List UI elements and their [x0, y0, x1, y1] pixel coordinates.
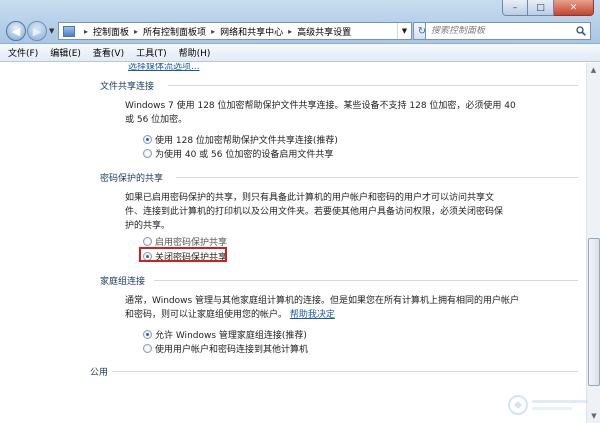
menu-file[interactable]: 文件(F) [8, 46, 38, 59]
radio-label: 为使用 40 或 56 位加密的设备启用文件共享 [155, 150, 334, 160]
selection-highlight-box [139, 247, 227, 262]
radio-button[interactable] [143, 237, 152, 246]
search-icon[interactable] [576, 26, 586, 36]
search-box [425, 22, 591, 40]
search-input[interactable] [431, 26, 571, 36]
control-panel-icon [63, 25, 75, 37]
radio-button[interactable] [143, 135, 152, 144]
arrow-left-icon: ◀ [11, 24, 21, 38]
site-logo-icon [508, 395, 588, 415]
breadcrumb-separator-icon: ▸ [288, 26, 293, 36]
forward-button[interactable]: ▶ [27, 21, 47, 41]
radio-button[interactable] [143, 330, 152, 339]
back-button[interactable]: ◀ [6, 21, 26, 41]
radio-label: 使用 128 位加密帮助保护文件共享连接(推荐) [155, 136, 338, 146]
section-title-file-sharing: 文件共享连接 [100, 82, 155, 92]
breadcrumb-item-network-center[interactable]: 网络和共享中心 [220, 25, 283, 38]
breadcrumb-separator-icon: ▸ [134, 26, 139, 36]
password-sharing-description: 如果已启用密码保护的共享，则只有具备此计算机的用户帐户和密码的用户才可以访问共享… [125, 193, 504, 231]
arrow-right-icon: ▶ [32, 24, 42, 38]
radio-option-windows-manage[interactable]: 允许 Windows 管理家庭组连接(推荐) [143, 328, 307, 341]
media-streaming-link[interactable]: 选择媒体流选项... [128, 63, 200, 72]
settings-content: 选择媒体流选项... 文件共享连接 Windows 7 使用 128 位加密帮助… [0, 63, 586, 423]
menu-edit[interactable]: 编辑(E) [50, 46, 81, 59]
minimize-button[interactable]: – [502, 0, 528, 16]
breadcrumb-item-all-items[interactable]: 所有控制面板项 [143, 25, 206, 38]
menu-bar: 文件(F) 编辑(E) 查看(V) 工具(T) 帮助(H) [0, 44, 600, 62]
file-sharing-description: Windows 7 使用 128 位加密帮助保护文件共享连接。某些设备不支持 1… [125, 101, 516, 125]
maximize-button[interactable]: □ [528, 0, 554, 16]
section-divider [168, 85, 578, 86]
scroll-up-icon[interactable]: ▲ [587, 63, 600, 77]
section-divider [154, 280, 578, 281]
radio-option-128bit[interactable]: 使用 128 位加密帮助保护文件共享连接(推荐) [143, 133, 338, 146]
radio-option-user-accounts[interactable]: 使用用户帐户和密码连接到其他计算机 [143, 342, 308, 355]
section-title-public: 公用 [90, 368, 109, 378]
address-dropdown-button[interactable]: ▼ [397, 23, 411, 39]
radio-label: 允许 Windows 管理家庭组连接(推荐) [155, 331, 307, 341]
close-button[interactable]: ✕ [554, 0, 594, 16]
scrollbar-thumb[interactable] [588, 238, 600, 386]
menu-view[interactable]: 查看(V) [93, 46, 124, 59]
breadcrumb-separator-icon: ▸ [84, 26, 89, 36]
breadcrumb-separator-icon: ▸ [211, 26, 216, 36]
breadcrumb-item-control-panel[interactable]: 控制面板 [93, 25, 129, 38]
radio-button[interactable] [143, 149, 152, 158]
help-me-decide-link[interactable]: 帮助我决定 [290, 310, 335, 320]
section-title-password-sharing: 密码保护的共享 [100, 174, 164, 184]
radio-option-40-56bit[interactable]: 为使用 40 或 56 位加密的设备启用文件共享 [143, 147, 333, 160]
section-title-homegroup: 家庭组连接 [100, 277, 146, 287]
vertical-scrollbar[interactable]: ▲ ▼ [586, 63, 600, 423]
radio-button[interactable] [143, 344, 152, 353]
breadcrumb: ▸ 控制面板 ▸ 所有控制面板项 ▸ 网络和共享中心 ▸ 高级共享设置 [79, 25, 351, 38]
breadcrumb-item-advanced-sharing[interactable]: 高级共享设置 [297, 25, 351, 38]
recent-pages-dropdown[interactable]: ▼ [49, 27, 54, 35]
window-controls: – □ ✕ [502, 0, 594, 16]
radio-label: 使用用户帐户和密码连接到其他计算机 [155, 345, 309, 355]
menu-tools[interactable]: 工具(T) [136, 46, 167, 59]
homegroup-description: 通常，Windows 管理与其他家庭组计算机的连接。但是如果您在所有计算机上拥有… [125, 294, 520, 322]
section-divider [112, 371, 578, 372]
section-divider [176, 177, 578, 178]
address-bar[interactable]: ▸ 控制面板 ▸ 所有控制面板项 ▸ 网络和共享中心 ▸ 高级共享设置 ▼ [58, 22, 412, 40]
menu-help[interactable]: 帮助(H) [179, 46, 211, 59]
title-bar: – □ ✕ ◀ ▶ ▼ ▸ 控制面板 ▸ 所有控制面板项 ▸ 网络和共享中心 ▸… [0, 0, 600, 44]
